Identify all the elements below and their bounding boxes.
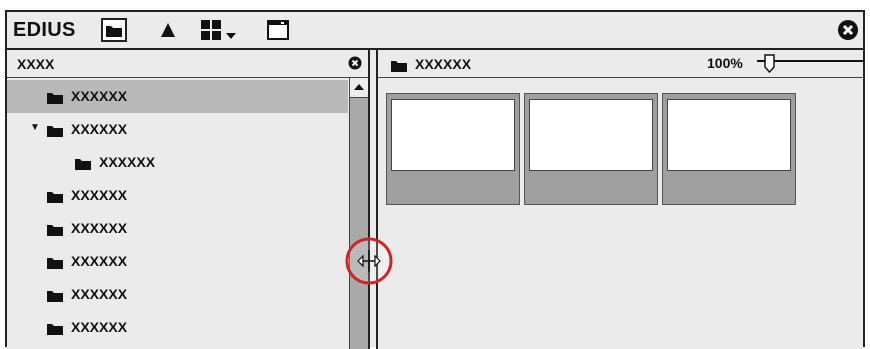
tree-item-label: XXXXXX xyxy=(99,154,156,170)
folder-tree: XXXXXX ▼ XXXXXX XXXXXX XXXXXX XXXXXX XXXXXX XXX… xyxy=(7,78,348,349)
clip-thumbnail[interactable] xyxy=(524,93,658,205)
zoom-slider[interactable] xyxy=(753,54,865,74)
resize-cursor-highlight xyxy=(345,237,393,285)
tree-item[interactable]: XXXXXX xyxy=(7,278,348,311)
tree-item[interactable]: XXXXXX xyxy=(7,80,348,113)
up-arrow-icon xyxy=(354,84,364,90)
folder-icon xyxy=(47,93,63,104)
clip-preview xyxy=(529,99,653,171)
current-folder-label: XXXXXX xyxy=(415,56,472,72)
tree-item-label: XXXXXX xyxy=(71,286,128,302)
clip-preview xyxy=(667,99,791,171)
tree-item-label: XXXXXX xyxy=(71,220,128,236)
clip-thumbnail[interactable] xyxy=(386,93,520,205)
close-circle-icon[interactable] xyxy=(348,56,362,70)
folder-icon xyxy=(47,258,63,269)
app-title: EDIUS xyxy=(13,19,76,41)
folder-icon xyxy=(47,324,63,335)
folder-tree-scrollbar[interactable] xyxy=(349,78,368,349)
folder-icon xyxy=(47,291,63,302)
folder-icon xyxy=(47,192,63,203)
view-mode-button[interactable] xyxy=(199,18,241,42)
tree-item[interactable]: XXXXXX xyxy=(7,179,348,212)
title-bar: EDIUS xyxy=(7,12,863,50)
expand-arrow-icon[interactable]: ▼ xyxy=(30,122,40,133)
folder-tree-panel: XXXX XXXXXX ▼ XXXXXX XXXXXX XXXXXX XXXXXX XXXX… xyxy=(7,50,370,349)
window-icon xyxy=(267,20,289,40)
zoom-value: 100% xyxy=(707,55,743,71)
up-folder-button[interactable] xyxy=(157,18,179,42)
up-triangle-icon xyxy=(161,23,175,37)
folder-view-button[interactable] xyxy=(101,18,127,42)
folder-tree-header: XXXX xyxy=(7,50,368,78)
clip-thumbnail[interactable] xyxy=(662,93,796,205)
folder-icon xyxy=(391,61,407,72)
clip-view-header: XXXXXX 100% xyxy=(378,50,865,78)
clip-view-panel: XXXXXX 100% xyxy=(376,50,865,349)
folder-tree-title: XXXX xyxy=(17,56,55,72)
close-circle-icon[interactable] xyxy=(837,19,859,41)
folder-icon xyxy=(47,225,63,236)
tree-item[interactable]: XXXXXX xyxy=(7,212,348,245)
tree-item[interactable]: XXXXXX xyxy=(7,311,348,344)
tree-item-label: XXXXXX xyxy=(71,319,128,335)
view-mode-dropdown-icon xyxy=(201,20,236,40)
tree-item[interactable]: ▼ XXXXXX xyxy=(7,113,348,146)
tree-item-label: XXXXXX xyxy=(71,253,128,269)
folder-view-icon xyxy=(101,18,127,42)
window-button[interactable] xyxy=(265,18,291,42)
folder-icon xyxy=(75,159,91,170)
bin-window: EDIUS XXXX XXXXXX ▼ XXXXXX XXXXXX XXXXXX… xyxy=(5,10,865,349)
tree-item[interactable]: XXXXXX xyxy=(7,146,348,179)
clip-preview xyxy=(391,99,515,171)
tree-item-label: XXXXXX xyxy=(71,121,128,137)
folder-icon xyxy=(47,126,63,137)
tree-item[interactable]: XXXXXX xyxy=(7,245,348,278)
scroll-up-button[interactable] xyxy=(350,78,368,98)
tree-item-label: XXXXXX xyxy=(71,187,128,203)
tree-item-label: XXXXXX xyxy=(71,88,128,104)
